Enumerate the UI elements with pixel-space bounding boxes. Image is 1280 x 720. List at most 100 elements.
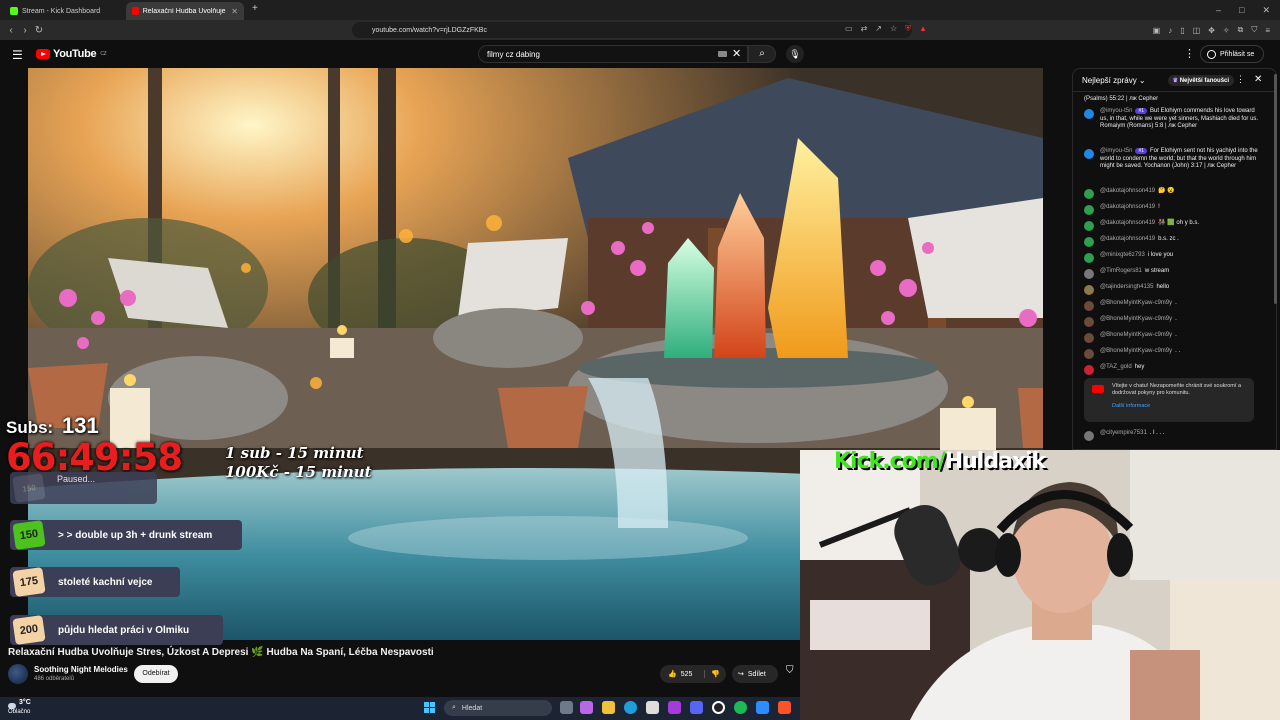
share-page-icon[interactable]: ↗ xyxy=(875,24,882,34)
chat-text: . xyxy=(1175,300,1177,306)
new-tab-button[interactable]: + xyxy=(252,3,258,14)
user-avatar[interactable] xyxy=(1084,365,1094,375)
goal-text: > > double up 3h + drunk stream xyxy=(58,529,213,541)
user-avatar[interactable] xyxy=(1084,431,1094,441)
taskbar-search[interactable]: ⌕ Hledat xyxy=(444,700,552,716)
brave-shield-icon[interactable]: ⛨ xyxy=(905,24,911,34)
chat-username[interactable]: @dakotajohnson419 xyxy=(1100,236,1155,242)
start-icon[interactable] xyxy=(424,702,435,713)
user-avatar[interactable] xyxy=(1084,317,1094,327)
top-fans-button[interactable]: ♛ Největší fanoušci xyxy=(1167,75,1235,86)
close-tab-icon[interactable]: ✕ xyxy=(231,7,238,16)
user-avatar[interactable] xyxy=(1084,221,1094,231)
back-icon[interactable]: ‹ xyxy=(4,25,18,36)
user-avatar[interactable] xyxy=(1084,109,1094,119)
menu-icon[interactable]: ≡ xyxy=(1265,26,1270,35)
url-field[interactable]: youtube.com/watch?v=rjLDGZzFKBc xyxy=(352,22,912,38)
user-avatar[interactable] xyxy=(1084,237,1094,247)
chat-username[interactable]: @TAZ_gold xyxy=(1100,364,1132,370)
chat-more-icon[interactable]: ⋮ xyxy=(1236,74,1245,85)
voice-search-button[interactable]: 🎙 xyxy=(786,45,804,63)
weather-widget[interactable]: 3°C Oblačno xyxy=(8,699,31,716)
task-view-icon[interactable] xyxy=(560,701,573,714)
channel-avatar[interactable] xyxy=(8,664,28,684)
paused-goal: 150 Paused... xyxy=(10,472,157,504)
chat-username[interactable]: @imyou-t5n xyxy=(1100,148,1132,154)
keyboard-icon[interactable] xyxy=(718,51,727,57)
search-input[interactable]: filmy cz dabing xyxy=(478,45,748,63)
chat-username[interactable]: @TimRogers81 xyxy=(1100,268,1142,274)
like-count[interactable]: 525 xyxy=(681,671,693,678)
chat-username[interactable]: @BhoneMyintKyaw-c9m9y xyxy=(1100,332,1172,338)
spotify-icon[interactable] xyxy=(734,701,747,714)
forward-icon[interactable]: › xyxy=(18,25,32,36)
like-icon[interactable]: 👍 xyxy=(668,670,677,678)
settings-more-icon[interactable]: ⋮ xyxy=(1184,47,1195,60)
wallet-icon[interactable]: ▣ xyxy=(1153,26,1161,35)
chat-username[interactable]: @cityempire7531 xyxy=(1100,430,1147,436)
split-icon[interactable]: ◫ xyxy=(1193,26,1201,35)
user-avatar[interactable] xyxy=(1084,285,1094,295)
obs-icon[interactable] xyxy=(712,701,725,714)
close-chat-icon[interactable]: ✕ xyxy=(1254,74,1262,85)
hamburger-menu-icon[interactable]: ☰ xyxy=(12,48,23,62)
user-avatar[interactable] xyxy=(1084,333,1094,343)
goal-item: 200 půjdu hledat práci v Olmiku xyxy=(10,615,223,645)
chat-username[interactable]: @BhoneMyintKyaw-c9m9y xyxy=(1100,300,1172,306)
translate-icon[interactable]: ⇄ xyxy=(861,24,868,34)
clear-search-icon[interactable]: ✕ xyxy=(732,47,741,60)
maximize-icon[interactable]: □ xyxy=(1239,5,1244,15)
chat-username[interactable]: @BhoneMyintKyaw-c9m9y xyxy=(1100,348,1172,354)
user-avatar[interactable] xyxy=(1084,301,1094,311)
store-icon[interactable] xyxy=(646,701,659,714)
file-explorer-icon[interactable] xyxy=(602,701,615,714)
tab-youtube[interactable]: Relaxační Hudba Uvolňuje Stres ✕ xyxy=(126,2,244,20)
dislike-icon[interactable]: 👎 xyxy=(704,670,720,678)
close-window-icon[interactable]: ✕ xyxy=(1262,5,1270,16)
chat-username[interactable]: @dakotajohnson419 xyxy=(1100,204,1155,210)
search-button[interactable]: ⌕ xyxy=(748,45,776,63)
pip-icon[interactable]: ▭ xyxy=(845,24,853,34)
user-avatar[interactable] xyxy=(1084,149,1094,159)
star-icon[interactable]: ☆ xyxy=(890,24,897,34)
chat-username[interactable]: @minixgte6z793 xyxy=(1100,252,1145,258)
youtube-logo[interactable]: YouTube CZ xyxy=(36,48,107,60)
user-avatar[interactable] xyxy=(1084,189,1094,199)
edge-icon[interactable] xyxy=(624,701,637,714)
copilot-icon[interactable] xyxy=(580,701,593,714)
subscribe-button[interactable]: Odebírat xyxy=(134,665,178,683)
crown-icon: ♛ xyxy=(1172,78,1179,84)
user-avatar[interactable] xyxy=(1084,349,1094,359)
reload-icon[interactable]: ↻ xyxy=(32,25,46,36)
user-avatar[interactable] xyxy=(1084,269,1094,279)
channel-name[interactable]: Soothing Night Melodies xyxy=(34,665,128,674)
brave-icon[interactable] xyxy=(778,701,791,714)
goal-badge: 200 xyxy=(12,615,46,645)
chat-mode-dropdown[interactable]: Nejlepší zprávy ⌄ xyxy=(1082,76,1146,85)
favorites-icon[interactable]: ✧ xyxy=(1223,26,1230,35)
chat-username[interactable]: @tajindersingh4135 xyxy=(1100,284,1153,290)
sign-in-button[interactable]: Přihlásit se xyxy=(1200,45,1264,63)
save-icon[interactable]: ⛉ xyxy=(786,665,794,676)
tab-kick-dashboard[interactable]: Stream - Kick Dashboard xyxy=(4,2,122,20)
sidebar-icon[interactable]: ▯ xyxy=(1180,26,1184,35)
minimize-icon[interactable]: – xyxy=(1216,5,1221,15)
chat-scrollbar[interactable] xyxy=(1274,74,1277,304)
app-icon-blue[interactable] xyxy=(756,701,769,714)
chat-username[interactable]: @imyou-t5n xyxy=(1100,108,1132,114)
notice-link[interactable]: Další informace xyxy=(1112,403,1248,410)
user-avatar[interactable] xyxy=(1084,205,1094,215)
chat-username[interactable]: @dakotajohnson419 xyxy=(1100,220,1155,226)
region-code: CZ xyxy=(100,51,107,57)
brave-rewards-icon[interactable]: ▲ xyxy=(919,24,927,34)
tabs-icon[interactable]: ⧉ xyxy=(1238,25,1244,35)
user-avatar[interactable] xyxy=(1084,253,1094,263)
chat-username[interactable]: @dakotajohnson419 xyxy=(1100,188,1155,194)
chat-username[interactable]: @BhoneMyintKyaw-c9m9y xyxy=(1100,316,1172,322)
shield-icon[interactable]: ⛉ xyxy=(1251,25,1257,35)
app-icon[interactable] xyxy=(668,701,681,714)
music-icon[interactable]: ♪ xyxy=(1168,26,1172,35)
extensions-icon[interactable]: ✥ xyxy=(1208,26,1215,35)
discord-icon[interactable] xyxy=(690,701,703,714)
share-button[interactable]: ↪ Sdílet xyxy=(732,665,778,683)
